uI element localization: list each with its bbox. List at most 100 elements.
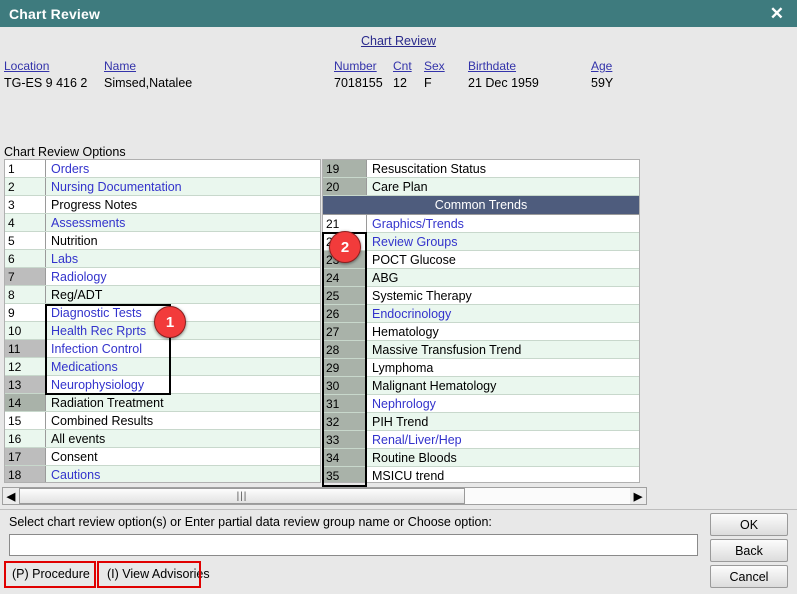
scrollbar-track[interactable]: |||	[19, 488, 630, 504]
list-item[interactable]: 8 Reg/ADT	[5, 286, 320, 304]
list-item[interactable]: 15 Combined Results	[5, 412, 320, 430]
cancel-button[interactable]: Cancel	[710, 565, 788, 588]
list-item-number: 1	[5, 160, 46, 177]
list-item[interactable]: 26 Endocrinology	[323, 305, 639, 323]
list-item-label[interactable]: Nutrition	[46, 232, 320, 249]
list-item[interactable]: 20 Care Plan	[323, 178, 639, 196]
list-item[interactable]: 27 Hematology	[323, 323, 639, 341]
list-item-label[interactable]: Endocrinology	[367, 305, 639, 322]
list-item-label[interactable]: Nursing Documentation	[46, 178, 320, 195]
list-item-number: 27	[323, 323, 367, 340]
list-item[interactable]: 19 Resuscitation Status	[323, 160, 639, 178]
list-item-label[interactable]: Reg/ADT	[46, 286, 320, 303]
list-item[interactable]: 7 Radiology	[5, 268, 320, 286]
list-item-number: 32	[323, 413, 367, 430]
list-item[interactable]: 4 Assessments	[5, 214, 320, 232]
list-item-label[interactable]: Assessments	[46, 214, 320, 231]
field-label: Location	[4, 59, 50, 73]
list-item-number: 16	[5, 430, 46, 447]
list-item[interactable]: 33 Renal/Liver/Hep	[323, 431, 639, 449]
list-item-number: 35	[323, 467, 367, 482]
list-item-label[interactable]: Radiology	[46, 268, 320, 285]
list-item[interactable]: 17 Consent	[5, 448, 320, 466]
close-icon[interactable]: ✕	[767, 5, 787, 22]
list-item-label[interactable]: Cautions	[46, 466, 320, 482]
list-item-label[interactable]: Care Plan	[367, 178, 639, 195]
patient-field-cnt: Cnt 12	[393, 59, 412, 90]
list-item[interactable]: 29 Lymphoma	[323, 359, 639, 377]
list-item-number: 10	[5, 322, 46, 339]
list-item-label[interactable]: PIH Trend	[367, 413, 639, 430]
list-item-label[interactable]: Graphics/Trends	[367, 215, 639, 232]
list-item[interactable]: 11 Infection Control	[5, 340, 320, 358]
horizontal-scrollbar[interactable]: ◀ ||| ▶	[2, 487, 647, 505]
list-item-label[interactable]: Radiation Treatment	[46, 394, 320, 411]
list-item[interactable]: 30 Malignant Hematology	[323, 377, 639, 395]
chart-review-options-label: Chart Review Options	[4, 145, 126, 159]
list-item-number: 30	[323, 377, 367, 394]
list-item[interactable]: 3 Progress Notes	[5, 196, 320, 214]
list-item-label[interactable]: Orders	[46, 160, 320, 177]
list-item-label[interactable]: Consent	[46, 448, 320, 465]
list-item[interactable]: 35 MSICU trend	[323, 467, 639, 482]
scrollbar-thumb[interactable]: |||	[19, 488, 466, 504]
field-value: F	[424, 76, 432, 90]
list-item[interactable]: 16 All events	[5, 430, 320, 448]
list-item[interactable]: 34 Routine Bloods	[323, 449, 639, 467]
list-item-label[interactable]: Neurophysiology	[46, 376, 320, 393]
list-item-label[interactable]: Review Groups	[367, 233, 639, 250]
list-item-label[interactable]: Combined Results	[46, 412, 320, 429]
list-item-label[interactable]: ABG	[367, 269, 639, 286]
annotation-marker-2: 2	[329, 231, 361, 263]
list-item[interactable]: 21 Graphics/Trends	[323, 215, 639, 233]
list-item[interactable]: 32 PIH Trend	[323, 413, 639, 431]
list-item-label[interactable]: MSICU trend	[367, 467, 639, 482]
list-item[interactable]: 2 Nursing Documentation	[5, 178, 320, 196]
list-item-label[interactable]: Renal/Liver/Hep	[367, 431, 639, 448]
back-button[interactable]: Back	[710, 539, 788, 562]
prompt-label: Select chart review option(s) or Enter p…	[9, 515, 492, 529]
list-item-label[interactable]: Resuscitation Status	[367, 160, 639, 177]
scroll-right-arrow-icon[interactable]: ▶	[630, 488, 646, 504]
list-item[interactable]: 6 Labs	[5, 250, 320, 268]
list-item-label[interactable]: Progress Notes	[46, 196, 320, 213]
list-item-number: 9	[5, 304, 46, 321]
list-item-label[interactable]: Lymphoma	[367, 359, 639, 376]
procedure-button[interactable]: (P) Procedure	[8, 564, 94, 584]
list-item-label[interactable]: Infection Control	[46, 340, 320, 357]
chart-review-options-list-right[interactable]: 19 Resuscitation Status 20 Care Plan Common …	[322, 159, 640, 483]
list-item-label[interactable]: Medications	[46, 358, 320, 375]
list-item-label[interactable]: All events	[46, 430, 320, 447]
list-item[interactable]: 1 Orders	[5, 160, 320, 178]
list-item[interactable]: 25 Systemic Therapy	[323, 287, 639, 305]
list-item[interactable]: 14 Radiation Treatment	[5, 394, 320, 412]
list-item-number: 6	[5, 250, 46, 267]
list-item-label[interactable]: Routine Bloods	[367, 449, 639, 466]
list-item[interactable]: 22Review Groups	[323, 233, 639, 251]
ok-button[interactable]: OK	[710, 513, 788, 536]
list-item-label[interactable]: Malignant Hematology	[367, 377, 639, 394]
scroll-left-arrow-icon[interactable]: ◀	[3, 488, 19, 504]
list-item[interactable]: 28 Massive Transfusion Trend	[323, 341, 639, 359]
window-title: Chart Review	[9, 5, 101, 22]
list-item[interactable]: 18 Cautions	[5, 466, 320, 482]
list-item-label[interactable]: Hematology	[367, 323, 639, 340]
field-label: Age	[591, 59, 613, 73]
list-item[interactable]: 5 Nutrition	[5, 232, 320, 250]
list-item[interactable]: 23 POCT Glucose	[323, 251, 639, 269]
list-item-label[interactable]: Labs	[46, 250, 320, 267]
view-advisories-button[interactable]: (I) View Advisories	[103, 564, 214, 584]
list-item-label[interactable]: Nephrology	[367, 395, 639, 412]
list-item[interactable]: 13 Neurophysiology	[5, 376, 320, 394]
list-item-label[interactable]: Massive Transfusion Trend	[367, 341, 639, 358]
patient-header: Location TG-ES 9 416 2 Name Simsed,Natal…	[0, 53, 797, 101]
list-item[interactable]: 31 Nephrology	[323, 395, 639, 413]
list-item-number: 15	[5, 412, 46, 429]
list-item[interactable]: 24 ABG	[323, 269, 639, 287]
field-value: Simsed,Natalee	[104, 76, 193, 90]
list-item[interactable]: 12 Medications	[5, 358, 320, 376]
list-item-label[interactable]: Systemic Therapy	[367, 287, 639, 304]
list-item-number: 3	[5, 196, 46, 213]
chart-review-entry-input[interactable]	[9, 534, 698, 556]
list-item-label[interactable]: POCT Glucose	[367, 251, 639, 268]
